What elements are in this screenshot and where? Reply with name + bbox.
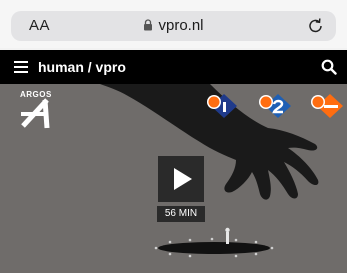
browser-toolbar: AA vpro.nl: [0, 0, 347, 48]
npo-2-icon: [256, 93, 296, 124]
address-bar[interactable]: AA vpro.nl: [11, 11, 336, 41]
url-text: vpro.nl: [158, 17, 204, 34]
npo-radio-1-icon: [204, 93, 244, 124]
npo-start-icon: [306, 93, 347, 124]
site-title[interactable]: human / vpro: [38, 59, 126, 75]
play-button[interactable]: [158, 156, 204, 202]
menu-icon[interactable]: [14, 61, 28, 73]
video-player[interactable]: ARGOS 56 MIN: [0, 84, 347, 273]
play-icon: [174, 168, 192, 190]
search-icon[interactable]: [321, 59, 337, 80]
reload-icon[interactable]: [308, 17, 324, 39]
duration-badge: 56 MIN: [157, 206, 205, 222]
site-header: human / vpro: [0, 50, 347, 84]
url-display[interactable]: vpro.nl: [11, 17, 336, 35]
argos-logo: [17, 92, 57, 137]
lock-icon: [143, 18, 153, 35]
